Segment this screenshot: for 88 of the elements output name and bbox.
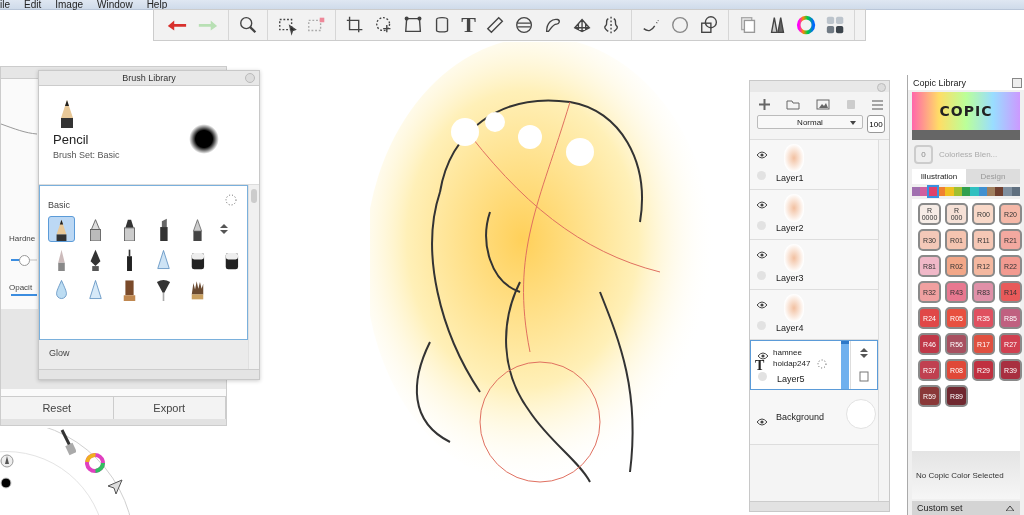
layer-name: Layer4 xyxy=(776,323,804,333)
brush-tip-icon xyxy=(53,277,70,301)
close-icon[interactable] xyxy=(1012,77,1022,88)
scrollbar-thumb[interactable] xyxy=(251,189,257,203)
color-family-chip[interactable] xyxy=(928,187,937,196)
slider-label: Opacit xyxy=(9,283,33,292)
brush-tip-icon xyxy=(87,277,104,301)
pointer-icon[interactable] xyxy=(106,478,124,496)
caret-icon xyxy=(850,121,856,125)
color-family-chip[interactable] xyxy=(1011,187,1021,196)
color-family-chip[interactable] xyxy=(970,187,979,196)
text-layer-icon: T xyxy=(755,358,765,374)
layer-name: Layer1 xyxy=(776,173,804,183)
ui-grid-icon[interactable] xyxy=(825,14,846,36)
color-name: Colorless Blen... xyxy=(939,150,998,159)
color-family-chip[interactable] xyxy=(1003,187,1012,196)
reorder-icon[interactable] xyxy=(859,347,869,359)
color-family-chip[interactable] xyxy=(986,187,996,196)
brush-name: Pencil xyxy=(53,132,89,147)
brush-tip-icon xyxy=(155,247,172,271)
layer-thumbnail xyxy=(784,294,804,322)
pencil-icon xyxy=(61,100,73,128)
section-label: Glow xyxy=(49,348,70,358)
brush-preset[interactable] xyxy=(48,216,75,242)
layer-text-preview: hamnee hoidap247 xyxy=(773,347,811,369)
lock-toggle-icon[interactable] xyxy=(758,372,767,381)
status-text: No Copic Color Selected xyxy=(916,470,1004,480)
color-family-chip[interactable] xyxy=(961,187,971,196)
background-color-swatch[interactable] xyxy=(846,399,876,429)
layer-thumbnail xyxy=(784,244,804,272)
menu-item[interactable]: Help xyxy=(146,0,168,9)
opacity-field[interactable]: 100 xyxy=(867,115,885,133)
color-family-chip[interactable] xyxy=(936,187,946,196)
color-family-chip[interactable] xyxy=(978,187,987,196)
expand-icon[interactable] xyxy=(1006,505,1014,511)
menu-item[interactable]: Image xyxy=(55,0,84,9)
color-family-chip[interactable] xyxy=(953,187,962,196)
layer-row[interactable]: T hamnee hoidap247 Layer5 xyxy=(750,340,878,390)
panel-button[interactable]: Export xyxy=(113,397,226,419)
add-layer-icon[interactable] xyxy=(759,99,770,110)
shapes-icon[interactable] xyxy=(698,14,719,36)
color-dot-icon[interactable] xyxy=(0,477,12,489)
panel-title: Copic Library xyxy=(913,77,967,88)
brush-tip-icon xyxy=(121,217,138,241)
curve-line xyxy=(1,123,37,135)
layer-thumbnail xyxy=(784,194,804,222)
slider-label: Hardne xyxy=(9,234,36,243)
brush-tip-preview xyxy=(189,124,219,154)
ellipse-guide-icon[interactable] xyxy=(514,14,535,36)
color-wheel-icon[interactable] xyxy=(795,14,817,36)
resize-grip[interactable] xyxy=(1,419,226,425)
menu-item[interactable]: Edit xyxy=(24,0,42,9)
loading-icon xyxy=(817,359,827,369)
brand-logo: COPIC xyxy=(938,102,994,121)
menu-item[interactable]: Window xyxy=(97,0,133,9)
color-family-chip[interactable] xyxy=(912,187,921,196)
layer-name: Background xyxy=(776,412,825,422)
panel-button[interactable]: Reset xyxy=(1,397,114,419)
loading-icon xyxy=(225,194,237,206)
reorder-icon[interactable] xyxy=(218,223,230,235)
layer-name: Layer3 xyxy=(776,273,804,283)
layer-name: Layer2 xyxy=(776,223,804,233)
panel-title: Brush Library xyxy=(122,73,176,83)
color-wheel-icon[interactable] xyxy=(84,452,106,474)
brush-tip-icon xyxy=(155,277,172,301)
color-family-chip[interactable] xyxy=(995,187,1004,196)
custom-set-label: Custom set xyxy=(917,503,963,513)
image-icon[interactable] xyxy=(816,99,830,110)
text-tool-button[interactable]: T xyxy=(461,14,477,36)
brush-tip-icon xyxy=(87,217,104,241)
folder-icon[interactable] xyxy=(786,99,800,110)
menu-item[interactable]: ile xyxy=(0,0,10,9)
resize-grip[interactable] xyxy=(39,369,259,379)
circle-guide-icon[interactable] xyxy=(669,14,690,36)
color-family-chip[interactable] xyxy=(945,187,954,196)
blend-mode-dropdown[interactable]: Normal xyxy=(757,115,863,129)
section-label: Basic xyxy=(48,200,70,210)
menu-icon[interactable] xyxy=(872,99,883,110)
zoom-icon[interactable] xyxy=(237,14,258,36)
layer-thumbnail xyxy=(784,144,804,172)
resize-grip[interactable] xyxy=(750,501,889,511)
pencil-icon[interactable] xyxy=(0,454,14,468)
layer-name: Layer5 xyxy=(777,374,805,384)
tab[interactable]: Illustration xyxy=(912,169,966,184)
brush-icon[interactable] xyxy=(60,428,76,456)
brush-tip-icon xyxy=(121,277,138,301)
ruler-icon[interactable] xyxy=(485,14,506,36)
brush-set-label: Brush Set: Basic xyxy=(53,150,120,160)
